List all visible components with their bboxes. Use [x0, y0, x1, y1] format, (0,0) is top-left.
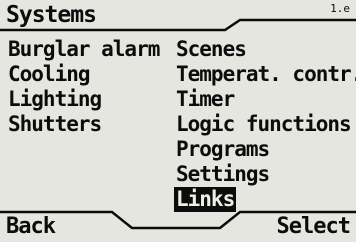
menu-right-column: Scenes Temperat. contr. Timer Logic func…	[174, 37, 356, 212]
version-label: 1.e	[330, 2, 350, 15]
menu-item-burglar-alarm[interactable]: Burglar alarm	[6, 37, 161, 62]
page-title: Systems	[6, 2, 97, 28]
select-softkey[interactable]: Select	[277, 214, 351, 240]
menu-item-lighting[interactable]: Lighting	[6, 87, 161, 112]
menu-item-shutters[interactable]: Shutters	[6, 112, 161, 137]
menu-item-cooling[interactable]: Cooling	[6, 62, 161, 87]
menu-item-programs[interactable]: Programs	[174, 137, 356, 162]
menu-left-column: Burglar alarm Cooling Lighting Shutters	[6, 37, 161, 137]
menu-item-temperature-control[interactable]: Temperat. contr.	[174, 62, 356, 87]
menu-item-settings[interactable]: Settings	[174, 162, 356, 187]
back-softkey[interactable]: Back	[6, 214, 56, 240]
menu-item-logic-functions[interactable]: Logic functions	[174, 112, 356, 137]
menu-item-scenes[interactable]: Scenes	[174, 37, 356, 62]
menu-item-links[interactable]: Links	[174, 187, 237, 212]
menu-item-timer[interactable]: Timer	[174, 87, 356, 112]
lcd-screen: Systems 1.e Burglar alarm Cooling Lighti…	[0, 0, 356, 242]
